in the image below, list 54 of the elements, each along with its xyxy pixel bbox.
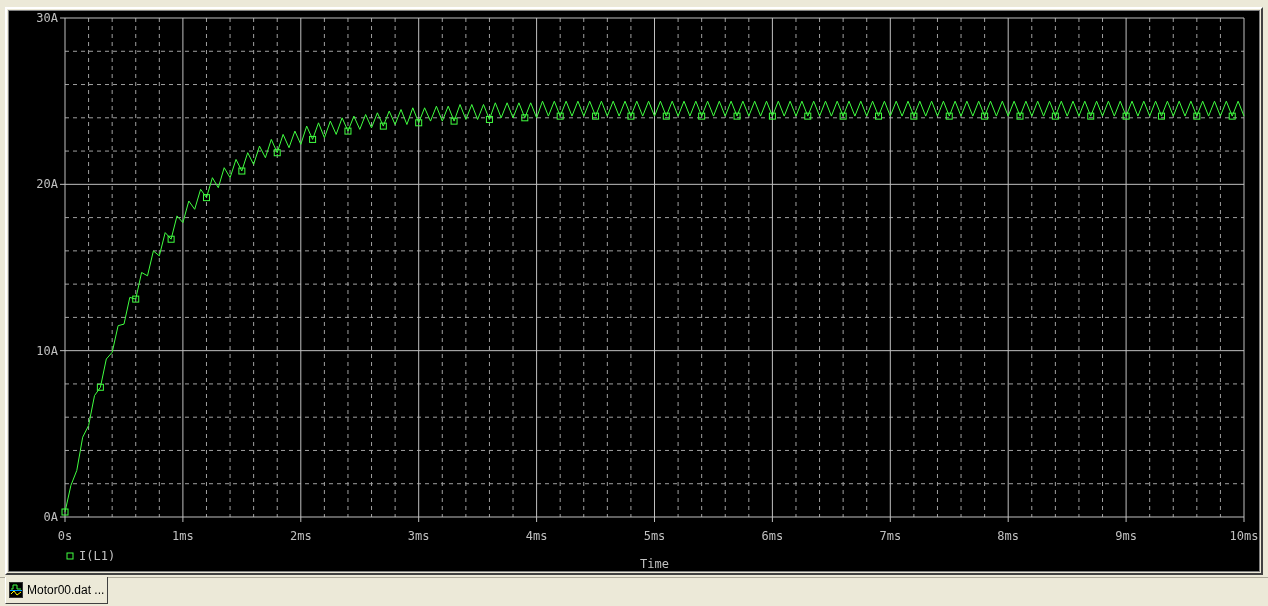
trace-point-marker <box>662 112 670 120</box>
y-tick-label: 0A <box>43 510 58 524</box>
trace-point-marker <box>61 508 69 516</box>
y-tick-label: 10A <box>36 343 58 358</box>
trace-point-marker <box>981 112 989 120</box>
trace-point-marker <box>203 194 210 202</box>
trace-point-marker <box>875 112 882 120</box>
trace-point-marker <box>1157 112 1165 120</box>
trace-point-marker <box>450 117 458 125</box>
trace-point-marker <box>1051 112 1059 120</box>
trace-point-marker <box>1122 112 1130 120</box>
x-tick-label: 3ms <box>407 529 430 543</box>
trace-point-marker <box>238 167 246 175</box>
x-tick-label: 0s <box>57 529 73 543</box>
trace-point-marker <box>1228 112 1236 120</box>
trace-point-marker <box>839 112 847 120</box>
trace-point-marker <box>273 149 281 157</box>
y-tick-label: 30A <box>36 11 58 25</box>
x-tick-label: 6ms <box>761 529 784 543</box>
trace-point-marker <box>1193 112 1201 120</box>
y-tick-label: 20A <box>36 177 58 192</box>
trace-point-marker <box>167 235 175 243</box>
legend-marker-icon <box>66 552 74 560</box>
x-axis-title: Time <box>640 557 669 571</box>
trace-point-marker <box>592 112 600 120</box>
trace-point-marker <box>379 122 387 130</box>
trace-point-marker <box>521 114 529 122</box>
x-tick-label: 10ms <box>1229 529 1259 543</box>
trace-point-marker <box>96 383 104 391</box>
trace-point-marker <box>768 112 776 120</box>
trace-point-marker <box>556 112 564 120</box>
trace-point-marker <box>804 112 812 120</box>
x-tick-label: 9ms <box>1115 529 1137 543</box>
trace-point-marker <box>309 135 317 143</box>
trace-point-marker <box>132 295 140 303</box>
trace-point-marker <box>1087 112 1095 120</box>
trace-point-marker <box>344 127 352 135</box>
trace-point-marker <box>485 115 493 123</box>
waveform-file-icon <box>9 582 23 598</box>
trace-point-marker <box>1016 112 1024 120</box>
x-tick-label: 5ms <box>643 529 666 543</box>
x-tick-label: 7ms <box>879 529 902 543</box>
trace-point-marker <box>945 112 953 120</box>
x-tick-label: 2ms <box>289 529 312 543</box>
document-tab[interactable]: Motor00.dat ... <box>5 577 109 604</box>
trace-point-marker <box>627 112 635 120</box>
x-tick-label: 8ms <box>997 529 1020 543</box>
trace-point-marker <box>415 119 423 127</box>
trace-point-marker <box>698 112 706 120</box>
trace-point-marker <box>910 112 918 120</box>
x-tick-label: 4ms <box>525 529 548 543</box>
legend-label: I(L1) <box>79 549 116 563</box>
x-tick-label: 1ms <box>172 529 194 543</box>
trace-point-marker <box>733 112 741 120</box>
